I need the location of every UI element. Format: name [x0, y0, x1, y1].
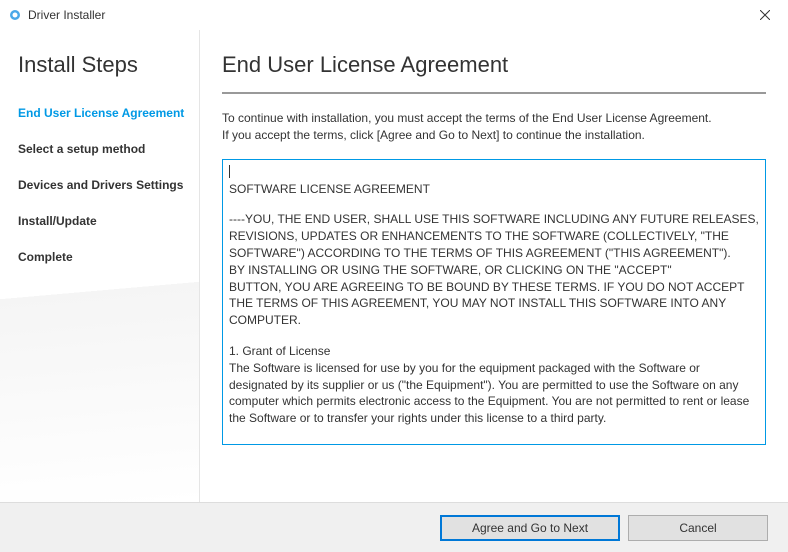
license-heading: SOFTWARE LICENSE AGREEMENT: [229, 181, 759, 198]
window-title: Driver Installer: [28, 8, 742, 22]
license-intro-2: BY INSTALLING OR USING THE SOFTWARE, OR …: [229, 262, 759, 279]
page-title: End User License Agreement: [222, 52, 766, 78]
sidebar: Install Steps End User License Agreement…: [0, 30, 200, 502]
license-section-1-body: The Software is licensed for use by you …: [229, 360, 759, 427]
text-caret: [229, 165, 230, 178]
sidebar-title: Install Steps: [18, 52, 199, 78]
cancel-button[interactable]: Cancel: [628, 515, 768, 541]
license-section-1-title: 1. Grant of License: [229, 343, 759, 360]
instructions: To continue with installation, you must …: [222, 110, 766, 145]
license-textbox[interactable]: SOFTWARE LICENSE AGREEMENT ----YOU, THE …: [222, 159, 766, 445]
close-button[interactable]: [742, 0, 788, 30]
step-eula: End User License Agreement: [18, 106, 199, 120]
title-divider: [222, 92, 766, 94]
instruction-line-2: If you accept the terms, click [Agree an…: [222, 128, 645, 142]
instruction-line-1: To continue with installation, you must …: [222, 111, 712, 125]
license-section-2-title: 2. Duration: [229, 441, 759, 445]
titlebar: Driver Installer: [0, 0, 788, 30]
main-panel: End User License Agreement To continue w…: [200, 30, 788, 502]
footer: Agree and Go to Next Cancel: [0, 502, 788, 552]
app-icon: [8, 8, 22, 22]
license-intro-1: ----YOU, THE END USER, SHALL USE THIS SO…: [229, 211, 759, 261]
step-setup-method: Select a setup method: [18, 142, 199, 156]
step-complete: Complete: [18, 250, 199, 264]
license-intro-3: BUTTON, YOU ARE AGREEING TO BE BOUND BY …: [229, 279, 759, 329]
step-install-update: Install/Update: [18, 214, 199, 228]
content-area: Install Steps End User License Agreement…: [0, 30, 788, 502]
step-devices-drivers: Devices and Drivers Settings: [18, 178, 199, 192]
agree-next-button[interactable]: Agree and Go to Next: [440, 515, 620, 541]
